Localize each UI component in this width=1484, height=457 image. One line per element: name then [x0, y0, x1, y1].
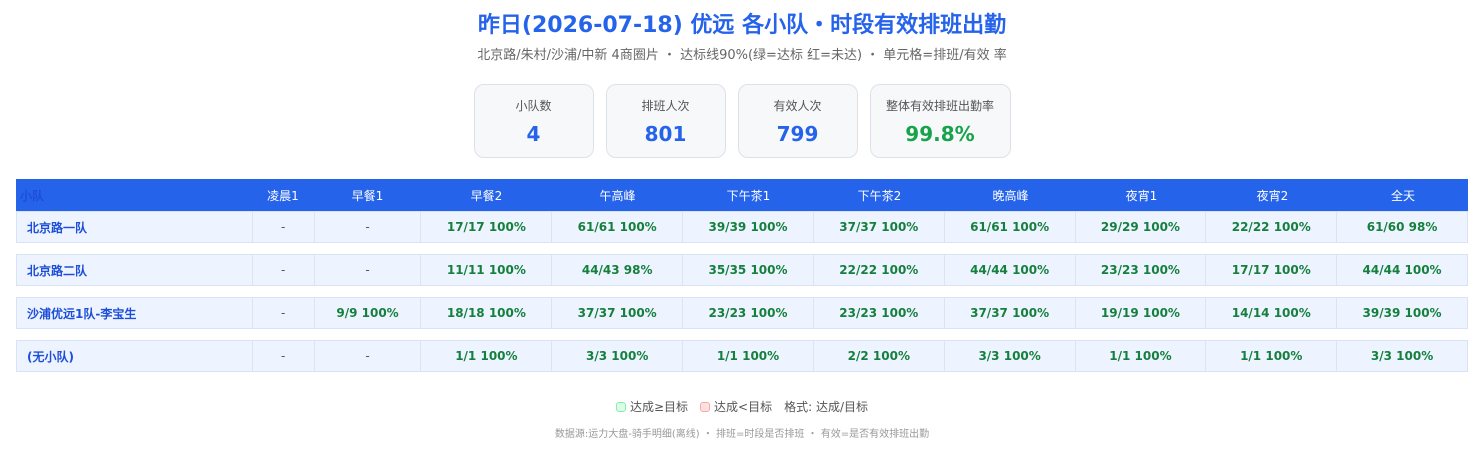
team-name-cell: 沙浦优远1队-李宝生	[17, 298, 253, 328]
kpi-card-attendance-rate: 整体有效排班出勤率 99.8%	[869, 84, 1011, 158]
table-body: 北京路一队 - -17/17 100% 61/61 100% 39/39 100% 37/…	[16, 211, 1468, 372]
column-header: 凌晨1	[267, 188, 299, 203]
table-row: (无小队) - -1/1 100% 3/3 100% 1/1 100% 2/2 100% 3…	[16, 340, 1468, 372]
kpi-value: 4	[526, 122, 541, 146]
legend-label-pass: 达成≥目标	[629, 400, 689, 414]
legend-label-fail: 达成<目标	[714, 400, 773, 414]
team-name-cell: 北京路二队	[17, 255, 253, 285]
column-header: 早餐1	[351, 188, 384, 203]
kpi-label: 小队数	[515, 99, 552, 113]
table-cell: 22/22 100%	[1206, 212, 1338, 242]
table-cell: 37/37 100%	[552, 298, 684, 328]
legend-swatch-green	[615, 401, 626, 412]
table-cell: -	[253, 212, 315, 242]
table-cell: 18/18 100%	[421, 298, 553, 328]
table-row: 北京路二队 - -11/11 100% 44/43 98% 35/35 100% 22/2…	[16, 254, 1468, 286]
table-cell: 3/3 100%	[1370, 349, 1434, 363]
kpi-card-effective: 有效人次 799	[737, 84, 858, 158]
table-cell: 44/44 100%	[1362, 263, 1442, 277]
footnote: 数据源:运力大盘-骑手明细(离线) ・ 排班=时段是否排班 ・ 有效=是否有效排…	[554, 429, 930, 440]
table-cell: -	[253, 298, 315, 328]
column-header: 夜宵1	[1125, 188, 1158, 203]
table-cell: 22/22 100%	[814, 255, 945, 285]
table-cell: 11/11 100%	[421, 255, 553, 285]
table-cell: -	[253, 255, 315, 285]
table-cell: 14/14 100%	[1206, 298, 1338, 328]
table-cell: 44/43 98%	[552, 255, 684, 285]
table-cell: 17/17 100%	[421, 212, 553, 242]
column-header: 下午茶1	[726, 188, 771, 203]
column-header: 小队	[20, 188, 45, 203]
table-row: 沙浦优远1队-李宝生 -9/9 100% 18/18 100% 37/37 100% 2…	[16, 297, 1468, 329]
table-cell: 23/23 100%	[1076, 255, 1207, 285]
page-subtitle: 北京路/朱村/沙浦/中新 4商圈片 ・ 达标线90%(绿=达标 红=未达) ・ …	[477, 48, 1007, 63]
table-cell: 2/2 100%	[814, 341, 945, 371]
column-header: 早餐2	[470, 188, 503, 203]
table-cell: 37/37 100%	[814, 212, 945, 242]
table-cell: 17/17 100%	[1206, 255, 1338, 285]
kpi-value: 801	[644, 122, 687, 146]
attendance-table: 小队 凌晨1 早餐1 早餐2 午高峰 下午茶1 下午茶2 晚高峰 夜宵1 夜宵2 全天 北京路一队 -…	[16, 179, 1468, 383]
table-cell: 19/19 100%	[1076, 298, 1207, 328]
table-row: 北京路一队 - -17/17 100% 61/61 100% 39/39 100% 37/…	[16, 211, 1468, 243]
column-header: 全天	[1390, 188, 1415, 203]
kpi-label: 整体有效排班出勤率	[885, 99, 994, 113]
legend-item-pass: 达成≥目标	[615, 398, 689, 415]
legend-swatch-red	[700, 401, 711, 412]
table-header: 小队 凌晨1 早餐1 早餐2 午高峰 下午茶1 下午茶2 晚高峰 夜宵1 夜宵2 全天	[16, 179, 1468, 211]
kpi-label: 排班人次	[641, 99, 690, 113]
kpi-value: 99.8%	[905, 122, 975, 146]
table-cell: 23/23 100%	[683, 298, 814, 328]
table-cell: 3/3 100%	[945, 341, 1076, 371]
legend-format: 格式: 达成/目标	[784, 400, 869, 414]
table-cell: -	[315, 255, 422, 285]
table-cell: -	[315, 341, 422, 371]
column-header: 晚高峰	[992, 188, 1029, 203]
table-cell: 35/35 100%	[683, 255, 814, 285]
table-cell: -	[315, 212, 422, 242]
column-header: 夜宵2	[1256, 188, 1289, 203]
table-cell: 61/60 98%	[1366, 220, 1438, 234]
page-title: 昨日(2026-07-18) 优远 各小队・时段有效排班出勤	[477, 13, 1007, 38]
column-header: 午高峰	[599, 188, 636, 203]
table-cell: 1/1 100%	[1076, 341, 1207, 371]
kpi-card-scheduled: 排班人次 801	[605, 84, 726, 158]
table-cell: 9/9 100%	[315, 298, 422, 328]
kpi-value: 799	[776, 122, 819, 146]
column-header: 下午茶2	[857, 188, 902, 203]
table-cell: 44/44 100%	[945, 255, 1076, 285]
table-cell: 29/29 100%	[1076, 212, 1207, 242]
table-cell: 61/61 100%	[945, 212, 1076, 242]
table-cell: 3/3 100%	[552, 341, 684, 371]
table-cell: -	[253, 341, 315, 371]
team-name-cell: (无小队)	[17, 341, 253, 371]
kpi-cards: 小队数 4 排班人次 801 有效人次 799 整体有效排班出勤率 99.8%	[0, 84, 1484, 158]
legend-item-fail: 达成<目标	[700, 398, 772, 415]
table-cell: 39/39 100%	[683, 212, 814, 242]
table-cell: 61/61 100%	[552, 212, 684, 242]
kpi-label: 有效人次	[773, 99, 822, 113]
legend: 达成≥目标 达成<目标 格式: 达成/目标	[0, 398, 1484, 415]
table-cell: 1/1 100%	[421, 341, 553, 371]
kpi-card-team-count: 小队数 4	[473, 84, 594, 158]
table-cell: 1/1 100%	[683, 341, 814, 371]
table-cell: 23/23 100%	[814, 298, 945, 328]
table-cell: 37/37 100%	[945, 298, 1076, 328]
table-cell: 1/1 100%	[1206, 341, 1338, 371]
team-name-cell: 北京路一队	[17, 212, 253, 242]
table-cell: 39/39 100%	[1362, 306, 1442, 320]
